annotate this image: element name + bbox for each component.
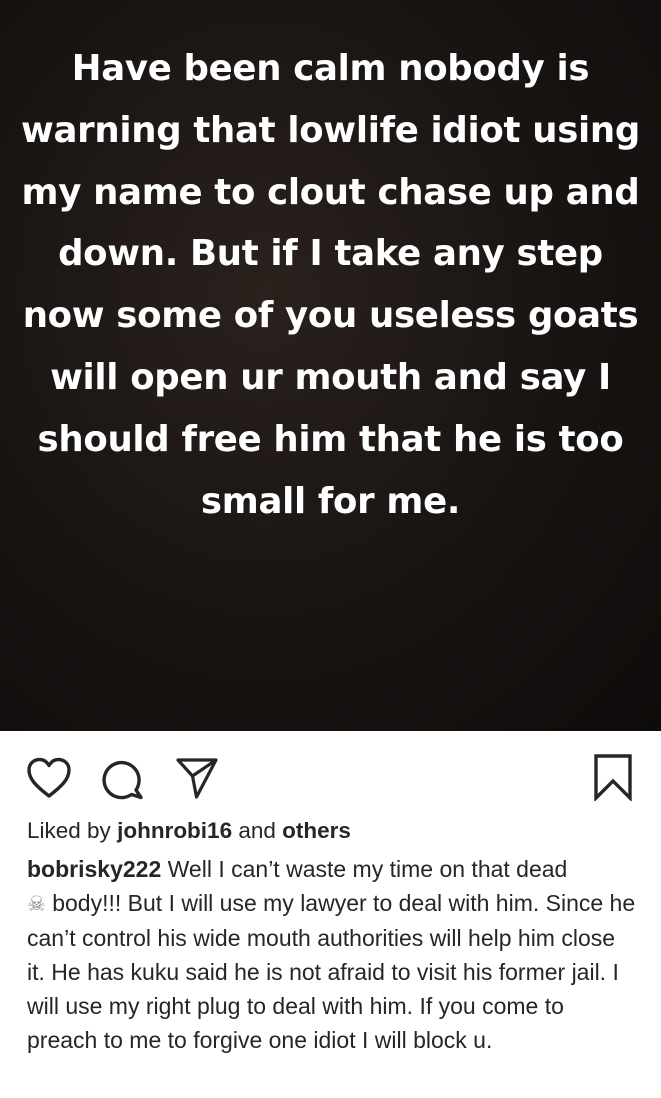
action-bar: [0, 731, 661, 817]
story-text: Have been calm nobody is warning that lo…: [21, 48, 640, 522]
caption-text-part2: body!!! But I will use my lawyer to deal…: [27, 890, 636, 1053]
heart-icon[interactable]: [26, 757, 72, 799]
likes-prefix: Liked by: [27, 818, 111, 843]
skull-emoji: ☠: [27, 892, 46, 916]
post-image[interactable]: Have been calm nobody is warning that lo…: [0, 0, 661, 731]
bookmark-icon[interactable]: [593, 753, 633, 801]
likes-others-link[interactable]: others: [282, 818, 351, 843]
liked-by-user-link[interactable]: johnrobi16: [117, 818, 232, 843]
caption-username[interactable]: bobrisky222: [27, 856, 161, 882]
caption: bobrisky222 Well I can’t waste my time o…: [27, 852, 639, 1057]
send-icon[interactable]: [175, 756, 219, 800]
caption-text-part1: Well I can’t waste my time on that dead: [167, 856, 568, 882]
likes-line: Liked by johnrobi16 and others: [27, 816, 351, 846]
comment-icon[interactable]: [101, 757, 145, 801]
likes-connector: and: [238, 818, 276, 843]
